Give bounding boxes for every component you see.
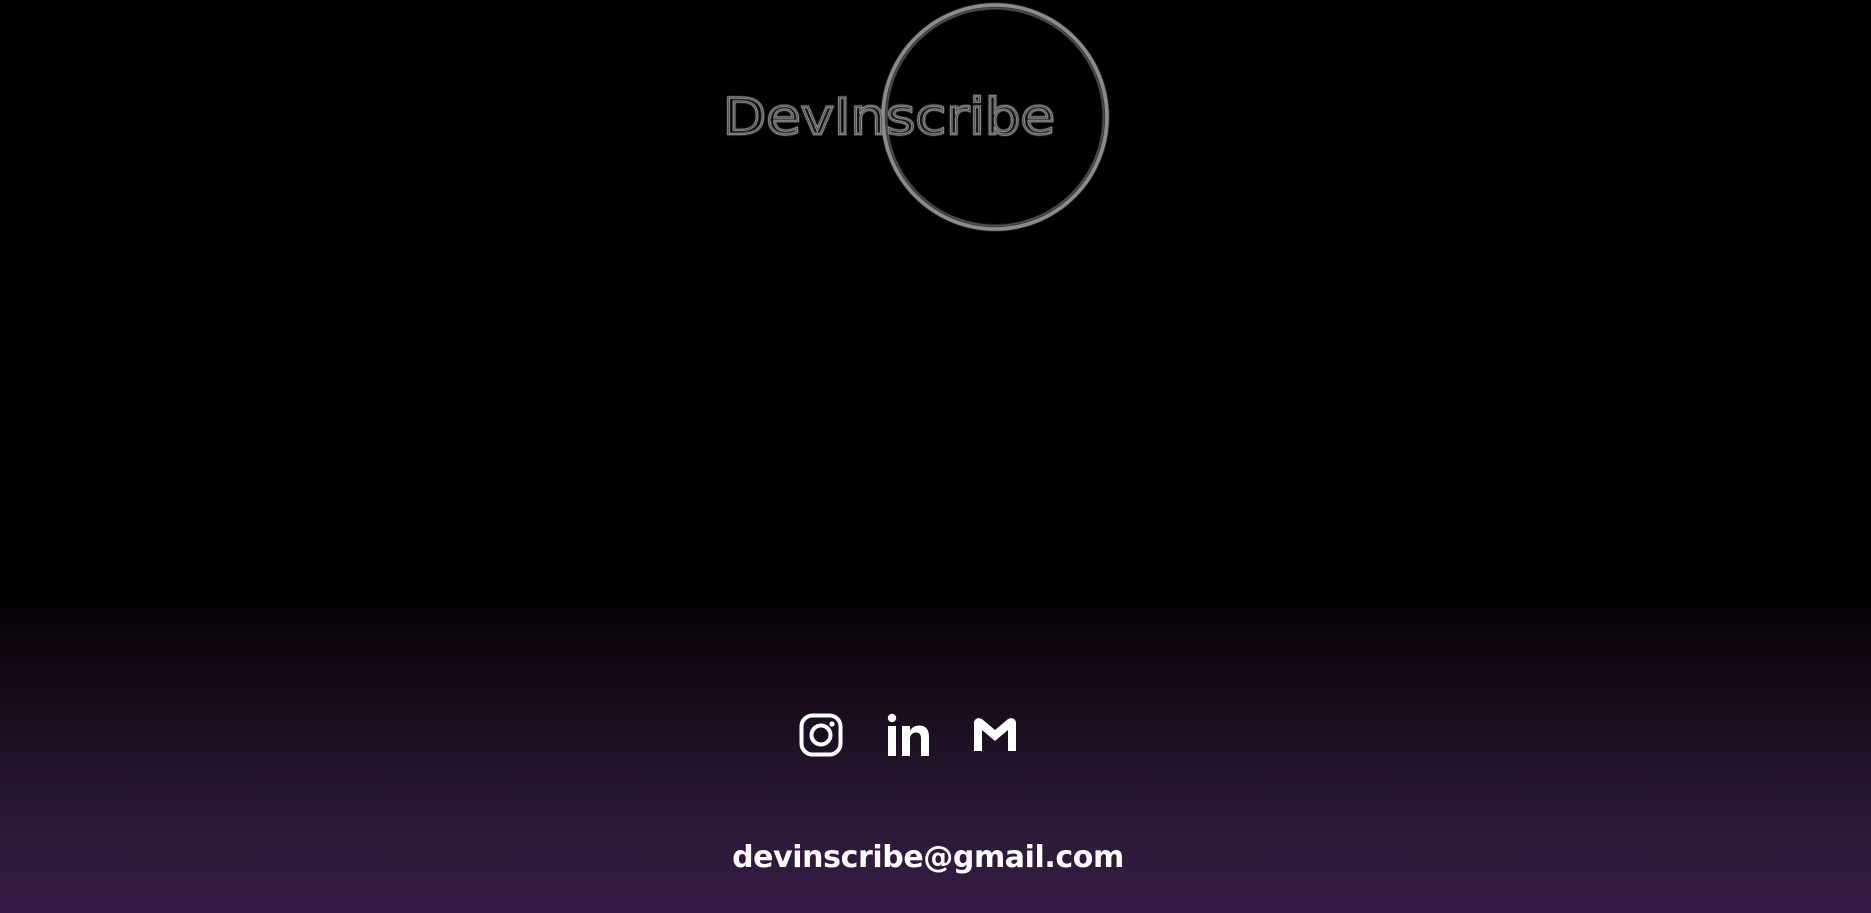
logo-text-shadow: DevInscribe: [723, 88, 1055, 146]
social-links: [798, 712, 1018, 758]
instagram-icon: [799, 713, 843, 757]
brand-logo[interactable]: DevInscribe DevInscribe: [715, 0, 1115, 235]
gmail-link[interactable]: [972, 712, 1018, 758]
gmail-icon: [974, 718, 1016, 751]
page: DevInscribe DevInscribe devinscribe@gmai…: [0, 0, 1871, 913]
linkedin-icon: [887, 713, 929, 756]
linkedin-link[interactable]: [885, 712, 931, 758]
instagram-link[interactable]: [798, 712, 844, 758]
contact-email-link[interactable]: devinscribe@gmail.com: [0, 840, 1856, 876]
hero-section: DevInscribe DevInscribe: [0, 0, 1871, 600]
